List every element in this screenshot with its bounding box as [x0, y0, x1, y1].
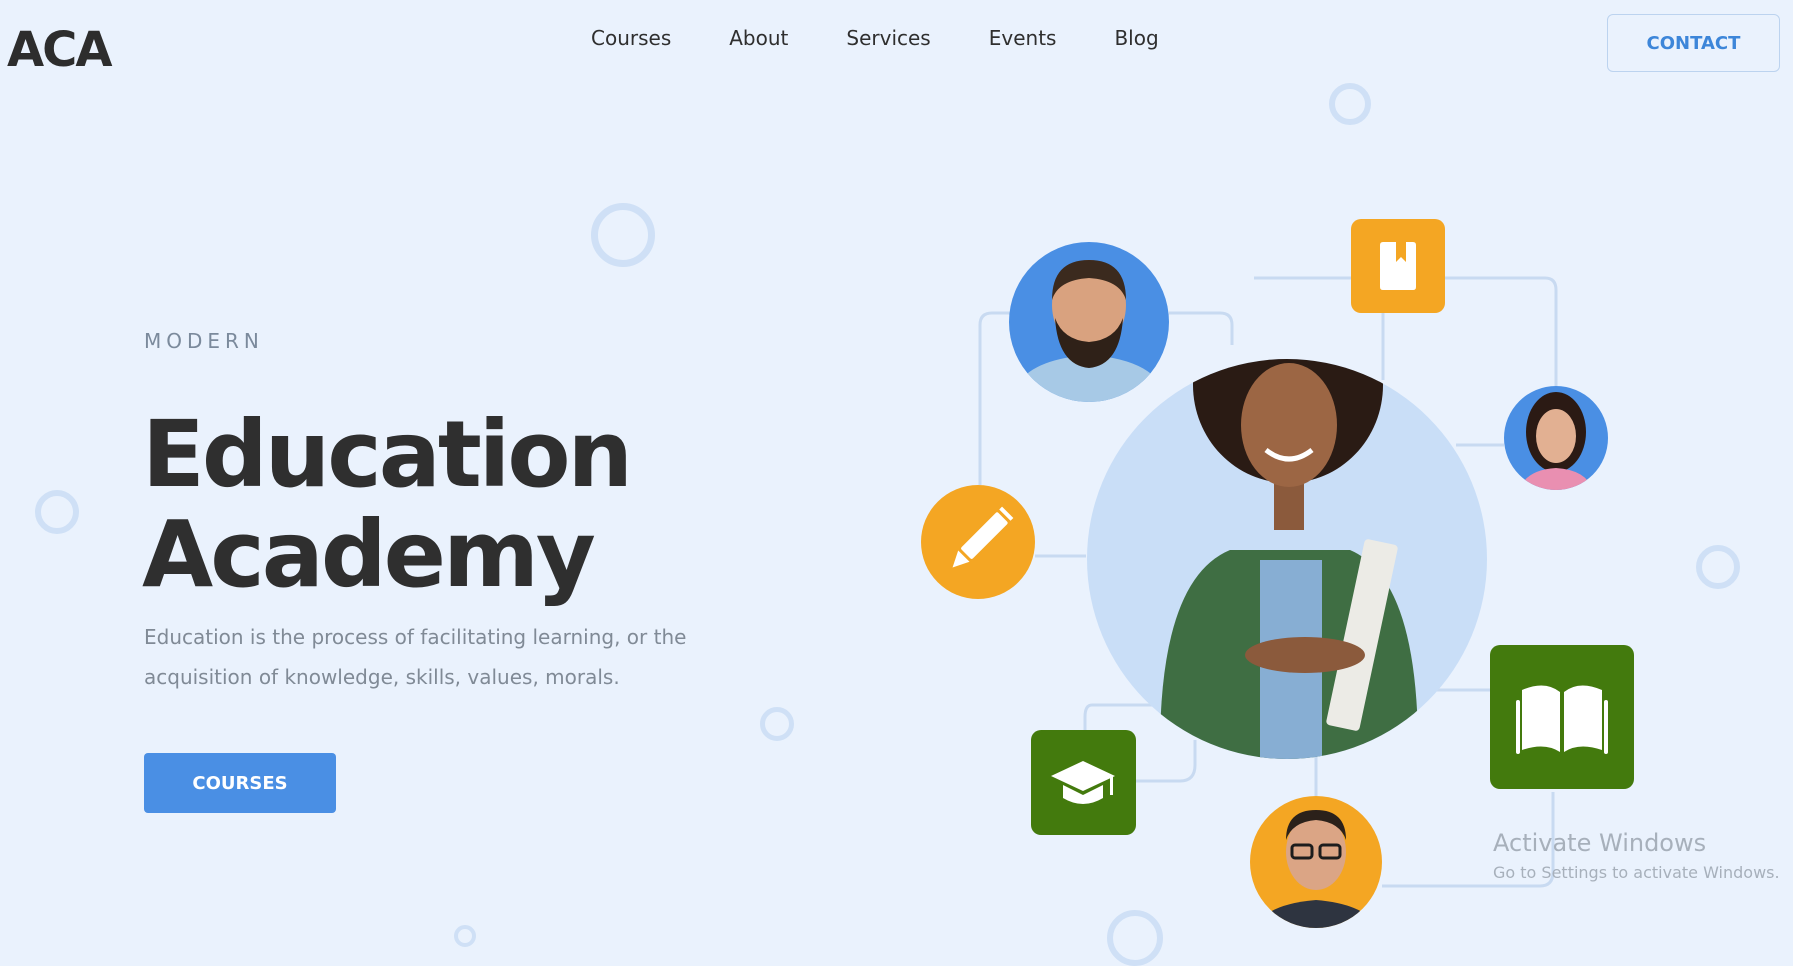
decorative-ring — [1329, 83, 1371, 125]
nav-link-events[interactable]: Events — [989, 26, 1057, 50]
hero-description: Education is the process of facilitating… — [144, 625, 687, 689]
hero-title-line1: Education — [142, 401, 633, 508]
avatar-man-glasses — [1250, 796, 1382, 928]
nav-link-about[interactable]: About — [729, 26, 788, 50]
main-nav: Courses About Services Events Blog — [591, 26, 1217, 50]
watermark-subtitle: Go to Settings to activate Windows. — [1493, 863, 1780, 882]
pencil-tile — [921, 485, 1035, 599]
open-book-tile — [1490, 645, 1634, 789]
avatar-man-beard — [1009, 242, 1169, 402]
decorative-ring — [454, 925, 476, 947]
graduation-tile — [1031, 730, 1136, 835]
decorative-ring — [35, 490, 79, 534]
hero-title: Education Academy — [142, 405, 633, 608]
watermark-title: Activate Windows — [1493, 829, 1707, 857]
decorative-ring — [1696, 545, 1740, 589]
hero-eyebrow: MODERN — [144, 329, 264, 353]
courses-button[interactable]: COURSES — [144, 753, 336, 813]
nav-link-blog[interactable]: Blog — [1114, 26, 1158, 50]
windows-activation-watermark: Activate Windows Go to Settings to activ… — [1493, 829, 1780, 882]
hero-illustration — [921, 219, 1634, 928]
avatar-woman — [1504, 386, 1608, 490]
site-logo[interactable]: ACA — [7, 22, 113, 78]
contact-button[interactable]: CONTACT — [1607, 14, 1780, 72]
decorative-ring — [591, 203, 655, 267]
nav-link-courses[interactable]: Courses — [591, 26, 671, 50]
hero-title-line2: Academy — [142, 501, 596, 608]
bookmark-tile — [1351, 219, 1445, 313]
decorative-ring — [760, 707, 794, 741]
nav-link-services[interactable]: Services — [846, 26, 930, 50]
